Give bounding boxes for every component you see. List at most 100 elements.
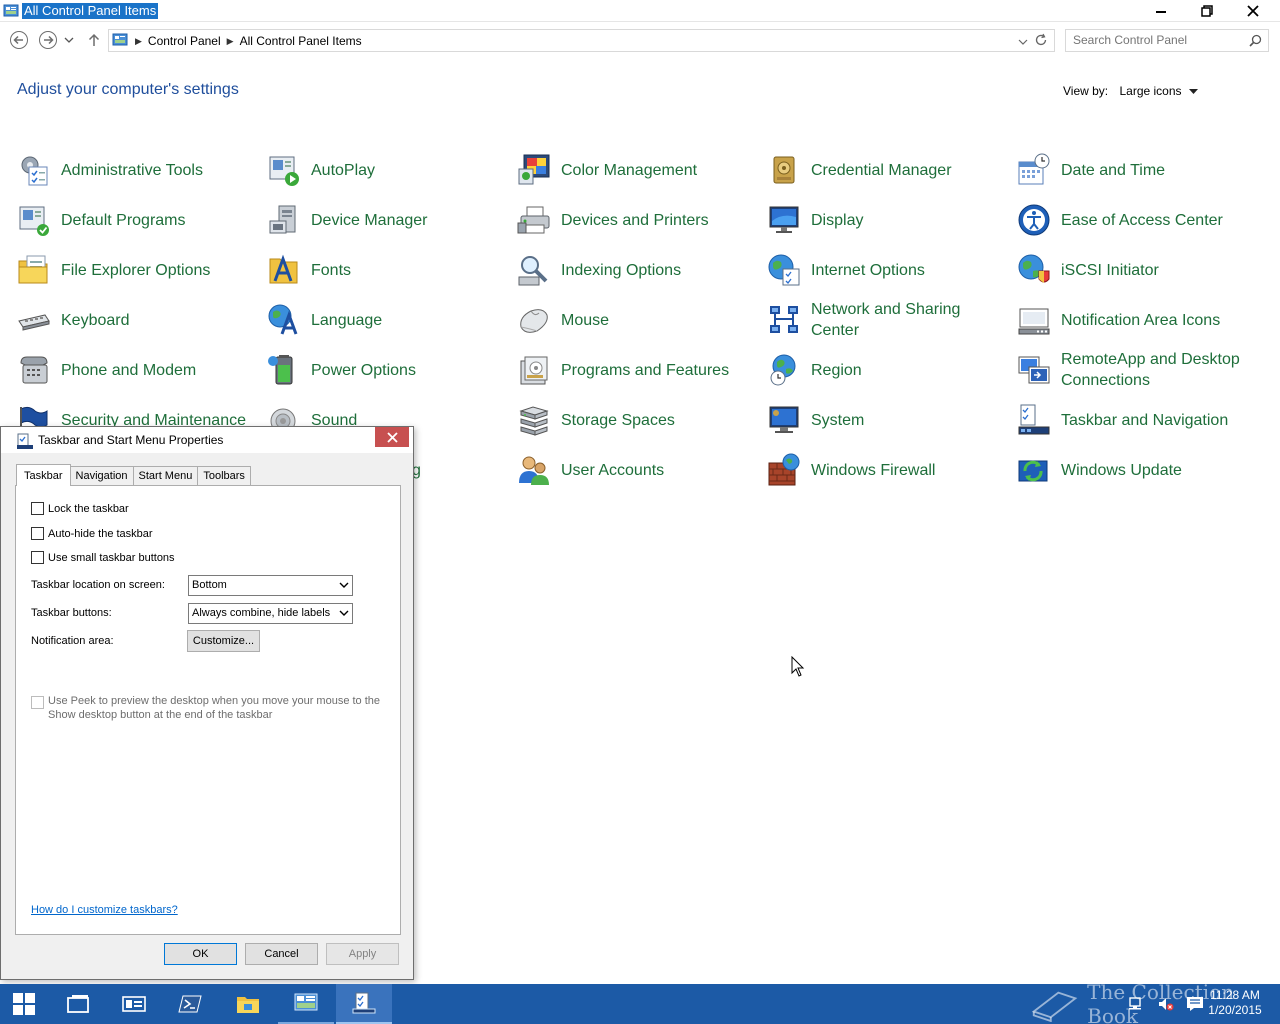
taskbar-location-select[interactable]: Bottom xyxy=(188,575,353,596)
item-label[interactable]: Indexing Options xyxy=(561,260,681,281)
item-label[interactable]: System xyxy=(811,410,864,431)
item-label[interactable]: Administrative Tools xyxy=(61,160,203,181)
item-label[interactable]: Storage Spaces xyxy=(561,410,675,431)
item-autoplay[interactable]: AutoPlay xyxy=(267,150,375,190)
item-power-options[interactable]: Power Options xyxy=(267,350,416,390)
item-label[interactable]: Date and Time xyxy=(1061,160,1165,181)
address-bar[interactable]: ▶ Control Panel ▶ All Control Panel Item… xyxy=(108,29,1055,52)
tab-taskbar[interactable]: Taskbar xyxy=(16,464,71,486)
search-box[interactable] xyxy=(1065,29,1269,52)
item-label[interactable]: Device Manager xyxy=(311,210,428,231)
item-remoteapp-and-desktop-connections[interactable]: RemoteApp and Desktop Connections xyxy=(1017,350,1241,390)
item-label[interactable]: Internet Options xyxy=(811,260,925,281)
small-buttons-label[interactable]: Use small taskbar buttons xyxy=(48,552,175,564)
item-date-and-time[interactable]: Date and Time xyxy=(1017,150,1165,190)
breadcrumb-separator[interactable]: ▶ xyxy=(135,33,142,49)
item-iscsi-initiator[interactable]: iSCSI Initiator xyxy=(1017,250,1159,290)
item-label[interactable]: RemoteApp and Desktop Connections xyxy=(1061,349,1241,391)
breadcrumb-separator[interactable]: ▶ xyxy=(227,33,234,49)
minimize-button[interactable] xyxy=(1138,0,1184,22)
search-icon[interactable] xyxy=(1249,34,1262,52)
item-label[interactable]: Phone and Modem xyxy=(61,360,196,381)
item-label[interactable]: User Accounts xyxy=(561,460,664,481)
item-label[interactable]: File Explorer Options xyxy=(61,260,210,281)
item-label[interactable]: Credential Manager xyxy=(811,160,952,181)
apply-button[interactable]: Apply xyxy=(326,943,399,965)
item-label[interactable]: Network and Sharing Center xyxy=(811,299,981,341)
control-panel-taskbar-button[interactable] xyxy=(278,984,334,1024)
item-phone-and-modem[interactable]: Phone and Modem xyxy=(17,350,196,390)
peek-checkbox[interactable]: Use Peek to preview the desktop when you… xyxy=(31,694,380,722)
item-label[interactable]: Keyboard xyxy=(61,310,130,331)
item-device-manager[interactable]: Device Manager xyxy=(267,200,428,240)
item-color-management[interactable]: Color Management xyxy=(517,150,697,190)
address-dropdown-chevron-icon[interactable] xyxy=(1018,34,1028,52)
network-icon[interactable] xyxy=(1128,996,1146,1012)
item-label[interactable]: Default Programs xyxy=(61,210,186,231)
lock-taskbar-checkbox[interactable]: Lock the taskbar xyxy=(31,502,129,515)
item-label[interactable]: Language xyxy=(311,310,382,331)
dialog-titlebar[interactable]: Taskbar and Start Menu Properties xyxy=(1,427,413,453)
refresh-icon[interactable] xyxy=(1034,33,1048,52)
item-user-accounts[interactable]: User Accounts xyxy=(517,450,664,490)
back-button[interactable] xyxy=(9,30,29,50)
item-label[interactable]: Programs and Features xyxy=(561,360,729,381)
close-button[interactable] xyxy=(1230,0,1276,22)
breadcrumb-all-items[interactable]: All Control Panel Items xyxy=(240,33,362,49)
help-link[interactable]: How do I customize taskbars? xyxy=(31,904,178,916)
item-label[interactable]: Color Management xyxy=(561,160,697,181)
item-default-programs[interactable]: Default Programs xyxy=(17,200,186,240)
item-label[interactable]: Power Options xyxy=(311,360,416,381)
item-administrative-tools[interactable]: Administrative Tools xyxy=(17,150,203,190)
item-label[interactable]: Notification Area Icons xyxy=(1061,310,1220,331)
recent-locations-chevron-icon[interactable] xyxy=(62,30,76,50)
item-keyboard[interactable]: Keyboard xyxy=(17,300,130,340)
start-button[interactable] xyxy=(0,984,48,1024)
item-fonts[interactable]: Fonts xyxy=(267,250,351,290)
taskbar-properties-taskbar-button[interactable] xyxy=(336,984,392,1024)
item-label[interactable]: Fonts xyxy=(311,260,351,281)
item-windows-update[interactable]: Windows Update xyxy=(1017,450,1182,490)
small-buttons-checkbox[interactable]: Use small taskbar buttons xyxy=(31,551,175,564)
item-label[interactable]: AutoPlay xyxy=(311,160,375,181)
item-label[interactable]: Display xyxy=(811,210,863,231)
auto-hide-label[interactable]: Auto-hide the taskbar xyxy=(48,528,153,540)
breadcrumb-control-panel[interactable]: Control Panel xyxy=(148,33,221,49)
item-system[interactable]: System xyxy=(767,400,864,440)
item-taskbar-and-navigation[interactable]: Taskbar and Navigation xyxy=(1017,400,1228,440)
item-ease-of-access-center[interactable]: Ease of Access Center xyxy=(1017,200,1223,240)
item-credential-manager[interactable]: Credential Manager xyxy=(767,150,952,190)
item-windows-firewall[interactable]: Windows Firewall xyxy=(767,450,935,490)
item-label[interactable]: iSCSI Initiator xyxy=(1061,260,1159,281)
item-language[interactable]: Language xyxy=(267,300,382,340)
item-label[interactable]: Windows Update xyxy=(1061,460,1182,481)
view-by-select[interactable]: Large icons xyxy=(1119,84,1198,98)
item-label[interactable]: Ease of Access Center xyxy=(1061,210,1223,231)
forward-button[interactable] xyxy=(38,30,58,50)
taskbar-buttons-select[interactable]: Always combine, hide labels xyxy=(188,603,353,624)
item-region[interactable]: Region xyxy=(767,350,862,390)
volume-muted-icon[interactable] xyxy=(1158,996,1174,1012)
item-label[interactable]: Windows Firewall xyxy=(811,460,935,481)
auto-hide-checkbox[interactable]: Auto-hide the taskbar xyxy=(31,527,153,540)
lock-taskbar-label[interactable]: Lock the taskbar xyxy=(48,503,129,515)
cancel-button[interactable]: Cancel xyxy=(245,943,318,965)
item-display[interactable]: Display xyxy=(767,200,863,240)
item-label[interactable]: Devices and Printers xyxy=(561,210,709,231)
item-mouse[interactable]: Mouse xyxy=(517,300,609,340)
item-internet-options[interactable]: Internet Options xyxy=(767,250,925,290)
customize-button[interactable]: Customize... xyxy=(187,630,260,652)
tab-toolbars[interactable]: Toolbars xyxy=(197,466,251,486)
item-programs-and-features[interactable]: Programs and Features xyxy=(517,350,729,390)
item-indexing-options[interactable]: Indexing Options xyxy=(517,250,681,290)
dialog-close-button[interactable] xyxy=(375,427,409,447)
powershell-button[interactable] xyxy=(162,984,218,1024)
item-label[interactable]: Mouse xyxy=(561,310,609,331)
item-devices-and-printers[interactable]: Devices and Printers xyxy=(517,200,709,240)
item-file-explorer-options[interactable]: File Explorer Options xyxy=(17,250,210,290)
server-manager-button[interactable] xyxy=(106,984,162,1024)
item-storage-spaces[interactable]: Storage Spaces xyxy=(517,400,675,440)
file-explorer-button[interactable] xyxy=(220,984,276,1024)
task-view-button[interactable] xyxy=(50,984,106,1024)
item-label[interactable]: Region xyxy=(811,360,862,381)
